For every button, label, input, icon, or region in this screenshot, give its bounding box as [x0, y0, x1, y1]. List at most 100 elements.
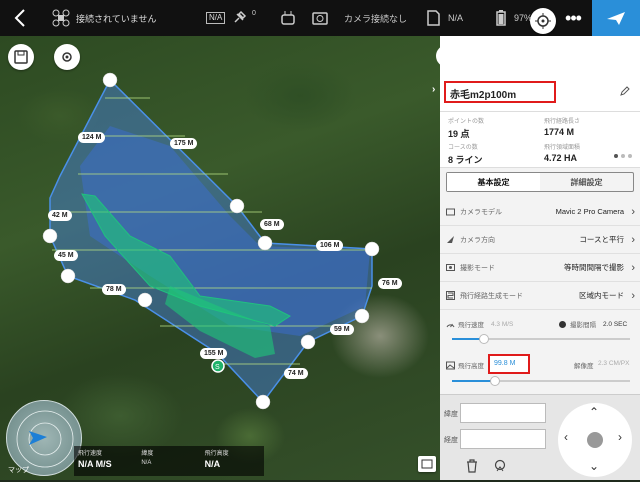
- distance-label: 78 M: [102, 284, 126, 295]
- path-generation-label: 飛行経路生成モード: [460, 292, 523, 300]
- stat-length-label: 飛行経路長さ: [544, 119, 581, 125]
- distance-label: 76 M: [378, 278, 402, 289]
- camera-icon: [446, 208, 455, 216]
- flight-altitude-setting: 飛行高度 解像度 2.3 CM/PX: [440, 352, 640, 388]
- flight-altitude-value[interactable]: 99.8 M: [488, 354, 530, 374]
- flight-altitude-fill: [452, 380, 495, 382]
- telemetry-alt: 飛行高度 N/A: [201, 446, 264, 476]
- path-icon: [446, 291, 455, 300]
- page-indicator: [614, 154, 632, 158]
- flight-speed-slider[interactable]: [452, 334, 630, 344]
- direction-pad: ⌃ ⌄ ‹ ›: [558, 403, 632, 477]
- stat-points: ポイントの数 19 点: [448, 116, 484, 140]
- stat-points-value: 19 点: [448, 129, 470, 139]
- fly-button[interactable]: [592, 0, 640, 36]
- distance-label: 68 M: [260, 219, 284, 230]
- path-generation-row[interactable]: 飛行経路生成モード 区域内モード ›: [440, 282, 640, 310]
- interval-label: 撮影間隔: [570, 322, 596, 329]
- mission-stats: ポイントの数 19 点 飛行経路長さ 1774 M コースの数 8 ライン 飛行…: [440, 112, 640, 168]
- mission-name[interactable]: 赤毛m2p100m: [444, 81, 556, 103]
- distance-label: 124 M: [78, 132, 106, 143]
- save-map-button[interactable]: [8, 44, 34, 70]
- stat-length-value: 1774 M: [544, 127, 575, 137]
- page-dot[interactable]: [628, 154, 632, 158]
- sd-card-icon: [427, 10, 440, 26]
- altitude-icon: [446, 361, 455, 369]
- chevron-right-icon: ›: [631, 289, 635, 302]
- page-dot[interactable]: [614, 154, 618, 158]
- camera-model-value: Mavic 2 Pro Camera: [555, 207, 624, 216]
- camera-model-row[interactable]: カメラモデル Mavic 2 Pro Camera ›: [440, 198, 640, 226]
- camera-status: カメラ接続なし: [312, 10, 407, 26]
- flight-speed-value: 4.3 M/S: [491, 320, 514, 328]
- chevron-right-icon[interactable]: ›: [618, 430, 622, 444]
- chevron-right-icon: ›: [631, 205, 635, 218]
- shooting-mode-label: 撮影モード: [460, 264, 495, 272]
- svg-text:S: S: [215, 364, 220, 371]
- telemetry-alt-value: N/A: [204, 459, 221, 469]
- flight-altitude-knob[interactable]: [489, 376, 500, 386]
- connection-status: 接続されていません: [40, 9, 200, 27]
- more-button[interactable]: •••: [556, 0, 590, 36]
- tab-basic-settings[interactable]: 基本設定: [447, 173, 540, 191]
- tab-advanced-settings[interactable]: 詳細設定: [540, 173, 633, 191]
- direction-icon: [447, 236, 454, 243]
- resolution-label: 解像度: [574, 363, 594, 370]
- maps-label: マップ: [8, 467, 29, 474]
- dpad-center-button[interactable]: [587, 432, 603, 448]
- satellite-count: 0: [252, 9, 256, 17]
- camera-direction-row[interactable]: カメラ方向 コースと平行 ›: [440, 226, 640, 254]
- chevron-left-icon[interactable]: ‹: [564, 430, 568, 444]
- stat-area: 飛行領域面積 4.72 HA: [544, 142, 580, 163]
- gear-icon: [62, 52, 72, 62]
- satellite-status: 0: [232, 9, 256, 25]
- sd-card-status: N/A: [426, 10, 463, 26]
- telemetry-alt-label: 飛行高度: [204, 451, 229, 457]
- flight-altitude-slider[interactable]: [452, 376, 630, 386]
- pencil-icon[interactable]: [620, 86, 630, 96]
- remote-controller-icon: [281, 11, 295, 25]
- distance-label: 59 M: [330, 324, 354, 335]
- back-button[interactable]: [0, 0, 40, 36]
- resolution-value: 2.3 CM/PX: [598, 360, 630, 367]
- sd-card-status-text: N/A: [448, 13, 464, 23]
- telemetry-lat: 緯度 N/A: [137, 446, 200, 476]
- flight-speed-knob[interactable]: [479, 334, 490, 344]
- camera-direction-label: カメラ方向: [460, 236, 495, 244]
- battery-status: 97%: [496, 10, 532, 26]
- connection-status-text: 接続されていません: [76, 13, 157, 24]
- save-icon: [14, 50, 28, 64]
- satellite-icon: [234, 10, 247, 23]
- flight-speed-setting: 飛行速度 4.3 M/S 撮影間隔 2.0 SEC: [440, 314, 640, 350]
- chevron-down-icon[interactable]: ⌄: [589, 459, 599, 473]
- battery-icon: [496, 10, 506, 26]
- stat-area-value: 4.72 HA: [544, 153, 578, 163]
- settings-button[interactable]: [54, 44, 80, 70]
- trash-icon[interactable]: [466, 459, 478, 473]
- coordinate-panel: 緯度 経度 ⌃ ⌄ ‹ ›: [440, 394, 640, 480]
- remote-controller-status: [280, 10, 296, 26]
- stat-points-label: ポイントの数: [448, 119, 485, 125]
- anchor-point-icon[interactable]: [494, 459, 506, 473]
- airplane-icon: [607, 12, 625, 25]
- telemetry-lat-value: N/A: [141, 460, 152, 466]
- longitude-input[interactable]: [460, 429, 546, 449]
- page-dot[interactable]: [621, 154, 625, 158]
- collapse-panel-icon[interactable]: ›: [432, 84, 435, 95]
- map-layer-button[interactable]: [418, 456, 436, 472]
- telemetry-speed-value: N/A M/S: [78, 459, 112, 469]
- interval-value: 2.0 SEC: [603, 320, 628, 328]
- drone-icon: [52, 9, 70, 27]
- distance-label: 45 M: [54, 250, 78, 261]
- path-generation-value: 区域内モード: [579, 291, 624, 300]
- gps-status: N/A: [206, 12, 226, 24]
- shooting-mode-row[interactable]: 撮影モード 等時間間隔で撮影 ›: [440, 254, 640, 282]
- latitude-input[interactable]: [460, 403, 546, 423]
- chevron-up-icon[interactable]: ⌃: [589, 405, 599, 419]
- timer-icon: [559, 320, 566, 328]
- latitude-label: 緯度: [444, 411, 458, 418]
- panel-header: › 赤毛m2p100m: [432, 36, 640, 112]
- telemetry-speed: 飛行速度 N/A M/S: [74, 446, 137, 476]
- settings-tabs: 基本設定 詳細設定: [446, 172, 634, 192]
- camera-icon: [312, 12, 328, 25]
